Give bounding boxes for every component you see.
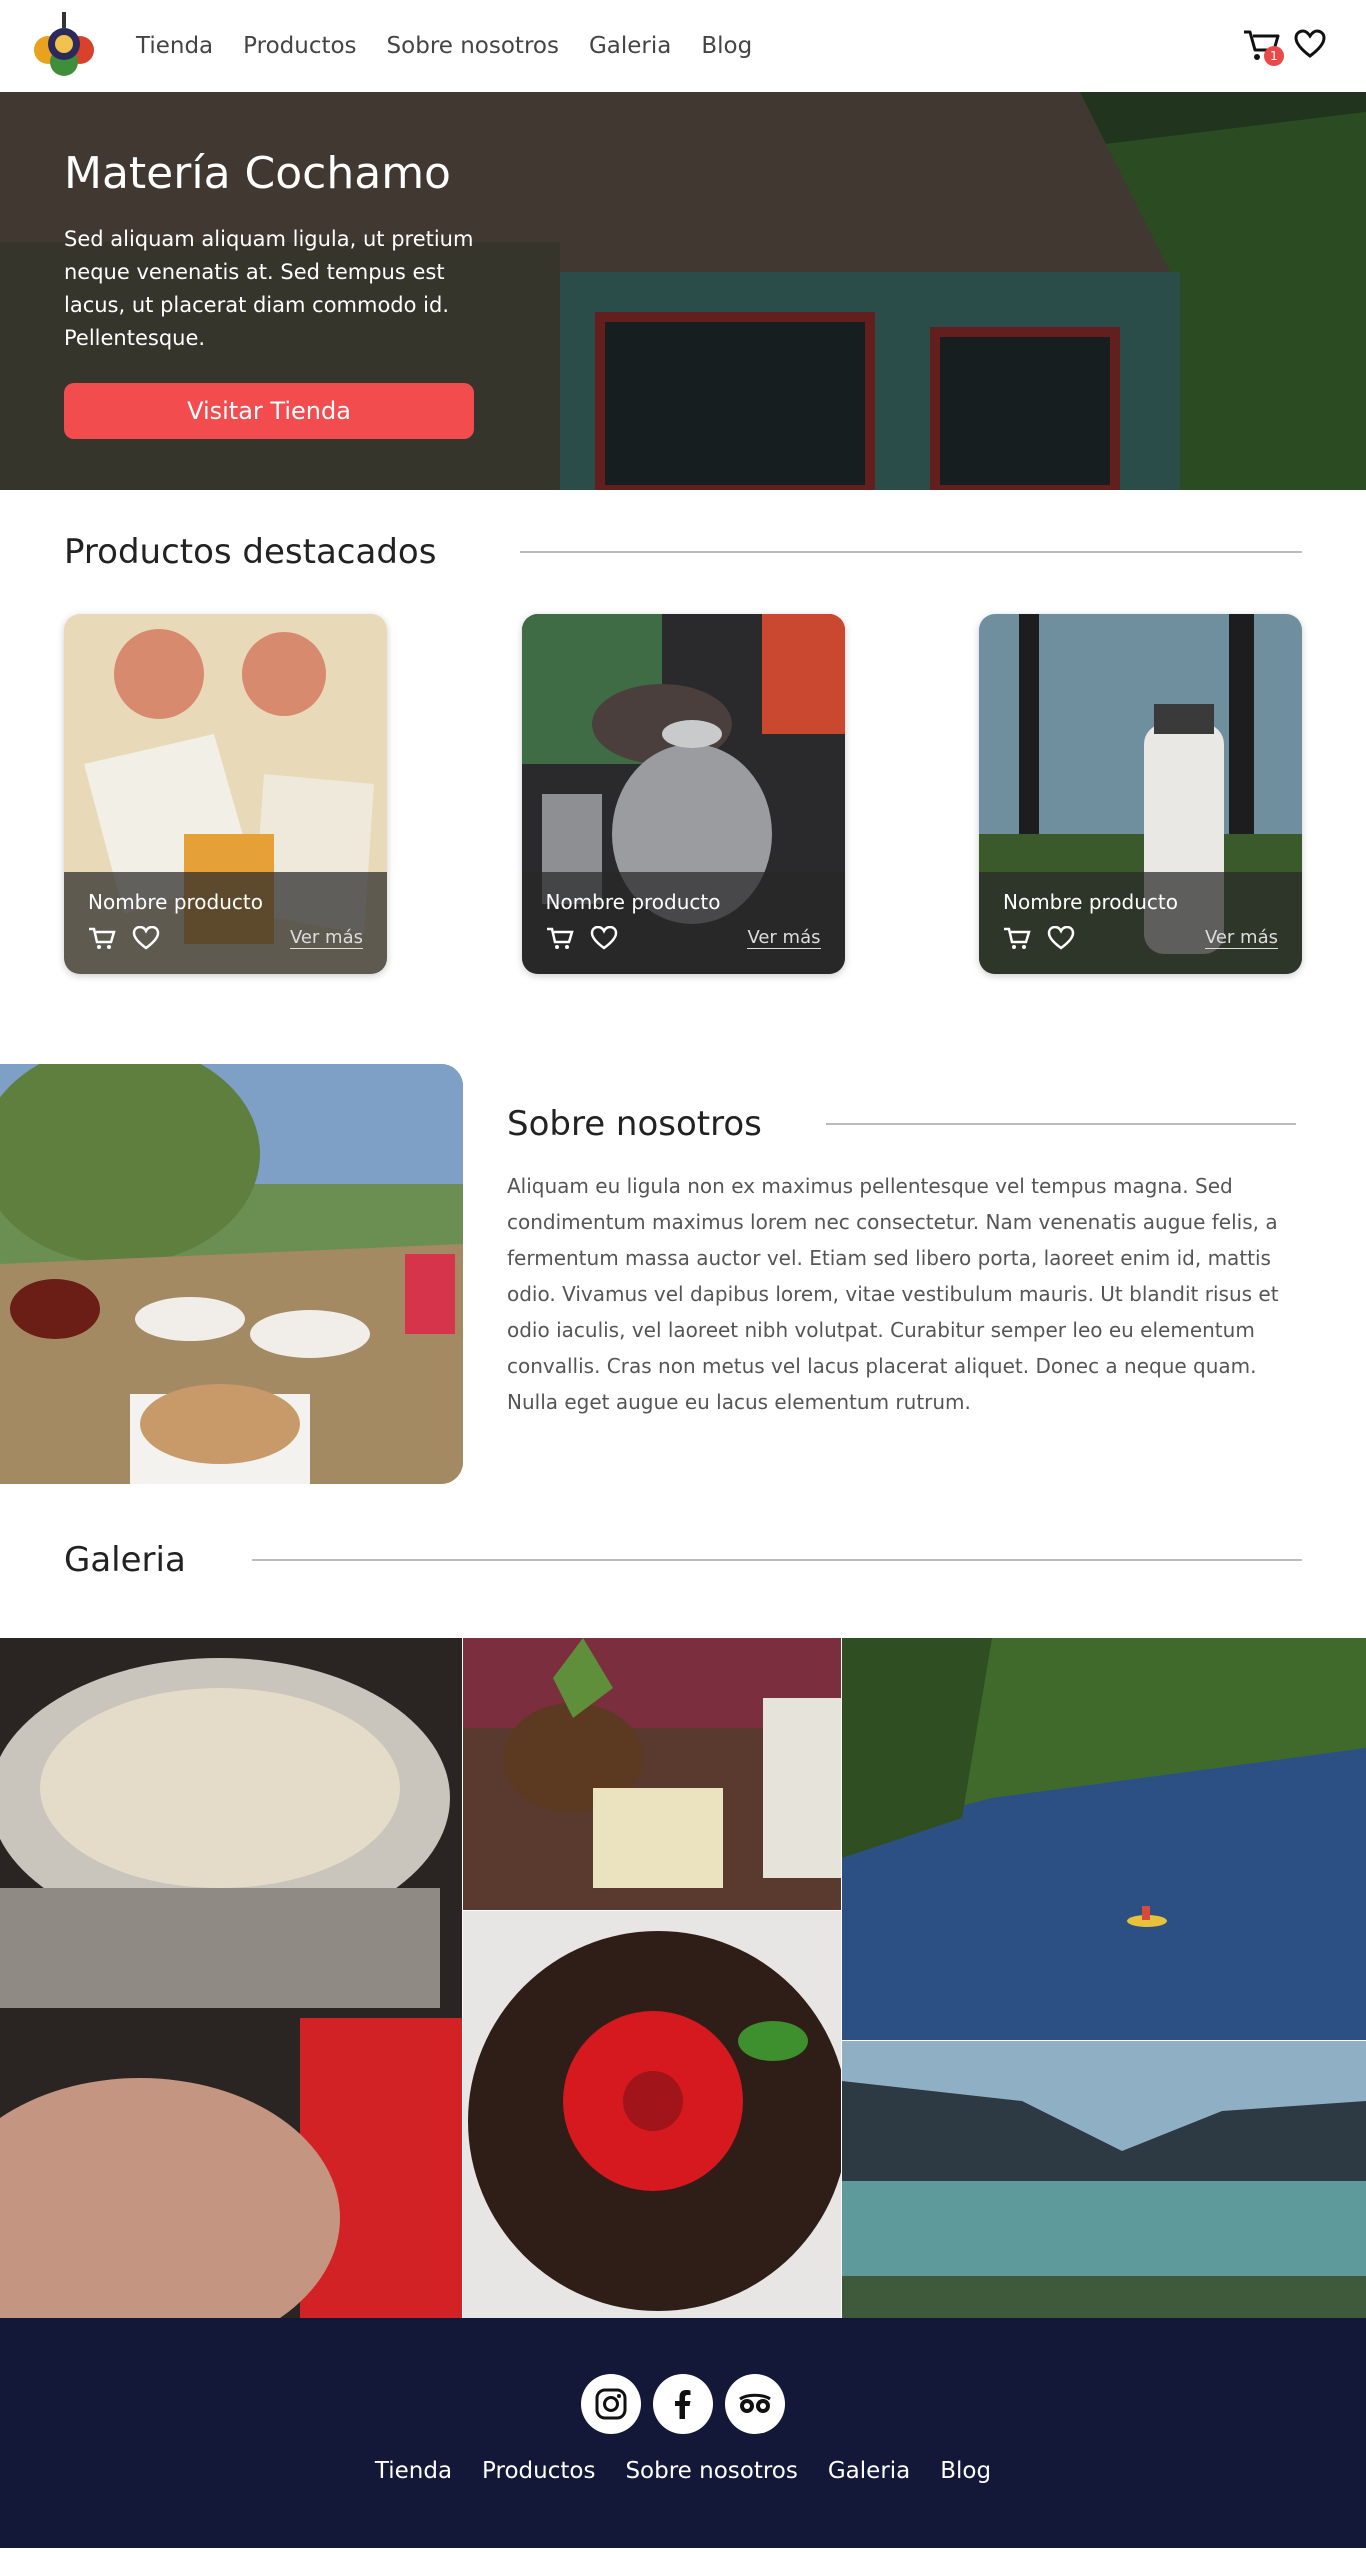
gallery-image-plants[interactable]: [463, 1638, 841, 1910]
product-name: Nombre producto: [545, 890, 721, 914]
main-menu: Tienda Productos Sobre nosotros Galeria …: [136, 33, 752, 59]
facebook-button[interactable]: [653, 2374, 713, 2434]
product-cards: Nombre producto Ver más Nombre producto …: [0, 614, 1366, 974]
gallery-header: Galeria: [0, 1540, 1366, 1580]
about-description: Aliquam eu ligula non ex maximus pellent…: [507, 1174, 1279, 1414]
section-header: Sobre nosotros: [507, 1104, 1296, 1144]
instagram-button[interactable]: [581, 2374, 641, 2434]
gallery-image-lake[interactable]: [842, 2041, 1366, 2318]
site-footer: Tienda Productos Sobre nosotros Galeria …: [0, 2318, 1366, 2548]
section-header: Productos destacados: [0, 532, 1366, 572]
product-card-footer: Nombre producto Ver más: [64, 872, 387, 974]
see-more-link[interactable]: Ver más: [289, 927, 363, 949]
footer-link-blog[interactable]: Blog: [940, 2458, 991, 2484]
nav-link-blog[interactable]: Blog: [701, 33, 752, 59]
product-card-footer: Nombre producto Ver más: [979, 872, 1302, 974]
about-photo: [0, 1064, 463, 1484]
footer-link-sobre-nosotros[interactable]: Sobre nosotros: [625, 2458, 797, 2484]
visit-store-button[interactable]: Visitar Tienda: [64, 383, 474, 439]
brand-logo[interactable]: [28, 10, 100, 82]
hero-description: Sed aliquam aliquam ligula, ut pretium n…: [64, 227, 474, 350]
instagram-icon: [595, 2388, 627, 2420]
see-more-link[interactable]: Ver más: [747, 927, 821, 949]
hero-title: Matería Cochamo: [64, 148, 451, 199]
top-navbar: Tienda Productos Sobre nosotros Galeria …: [0, 0, 1366, 92]
gallery-image-cake[interactable]: [463, 1911, 841, 2318]
about-section: Sobre nosotros Aliquam eu ligula non ex …: [0, 1064, 1366, 1484]
divider: [520, 551, 1302, 553]
add-to-wishlist-icon[interactable]: [1047, 926, 1075, 950]
heart-icon: [1294, 29, 1326, 58]
divider: [251, 1559, 1302, 1561]
gallery-image-river[interactable]: [842, 1638, 1366, 2040]
footer-link-productos[interactable]: Productos: [482, 2458, 595, 2484]
section-title: Productos destacados: [64, 532, 437, 572]
product-actions: Ver más: [1003, 926, 1278, 950]
tripadvisor-button[interactable]: [725, 2374, 785, 2434]
cart-count-badge: 1: [1264, 46, 1284, 66]
section-title: Sobre nosotros: [507, 1104, 762, 1144]
cart-button[interactable]: 1: [1242, 26, 1284, 66]
nav-link-sobre-nosotros[interactable]: Sobre nosotros: [387, 33, 559, 59]
nav-link-tienda[interactable]: Tienda: [136, 33, 213, 59]
featured-products-section: Productos destacados Nombre producto Ver…: [0, 490, 1366, 974]
product-card[interactable]: Nombre producto Ver más: [521, 614, 845, 974]
add-to-cart-icon[interactable]: [1003, 926, 1031, 950]
product-name: Nombre producto: [88, 890, 263, 914]
footer-menu: Tienda Productos Sobre nosotros Galeria …: [375, 2458, 991, 2484]
nav-link-productos[interactable]: Productos: [243, 33, 356, 59]
hero-content: Matería Cochamo Sed aliquam aliquam ligu…: [64, 148, 484, 439]
tripadvisor-icon: [739, 2393, 771, 2413]
social-links: [581, 2374, 785, 2434]
footer-link-galeria[interactable]: Galeria: [828, 2458, 910, 2484]
add-to-wishlist-icon[interactable]: [132, 926, 160, 950]
add-to-wishlist-icon[interactable]: [590, 926, 618, 950]
product-card[interactable]: Nombre producto Ver más: [979, 614, 1302, 974]
nav-icons: 1: [1242, 26, 1326, 66]
gallery-image-mate[interactable]: [0, 1638, 462, 2318]
see-more-link[interactable]: Ver más: [1204, 927, 1278, 949]
product-card-footer: Nombre producto Ver más: [521, 872, 845, 974]
facebook-icon: [675, 2390, 691, 2419]
add-to-cart-icon[interactable]: [88, 926, 116, 950]
product-name: Nombre producto: [1003, 890, 1178, 914]
about-content: Sobre nosotros Aliquam eu ligula non ex …: [463, 1064, 1366, 1484]
nav-link-galeria[interactable]: Galeria: [589, 33, 671, 59]
divider: [825, 1123, 1296, 1125]
product-card[interactable]: Nombre producto Ver más: [64, 614, 387, 974]
hero-banner: Matería Cochamo Sed aliquam aliquam ligu…: [0, 92, 1366, 490]
product-actions: Ver más: [88, 926, 363, 950]
footer-link-tienda[interactable]: Tienda: [375, 2458, 452, 2484]
section-title: Galeria: [64, 1540, 186, 1580]
add-to-cart-icon[interactable]: [546, 926, 574, 950]
wishlist-button[interactable]: [1294, 29, 1326, 63]
gallery-grid: [0, 1638, 1366, 2318]
product-actions: Ver más: [546, 926, 821, 950]
